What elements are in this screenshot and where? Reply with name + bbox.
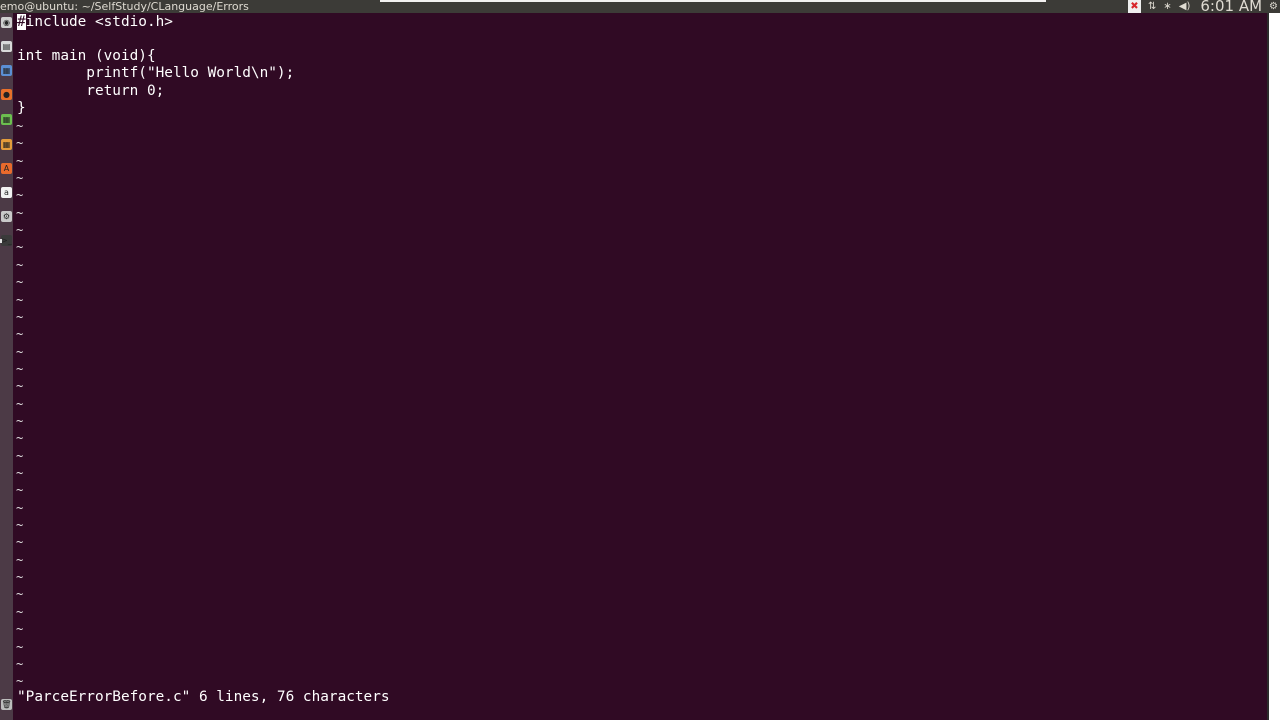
empty-line-marker: ~ [16, 448, 24, 463]
empty-line-marker: ~ [16, 257, 24, 272]
top-panel: emo@ubuntu: ~/SelfStudy/CLanguage/Errors… [0, 0, 1280, 13]
empty-line-marker: ~ [16, 656, 24, 671]
firefox-icon[interactable]: ● [1, 89, 12, 100]
empty-line-marker: ~ [16, 309, 24, 324]
empty-line-marker: ~ [16, 223, 24, 238]
clock[interactable]: 6:01 AM [1200, 0, 1262, 13]
editor-line-1: #include <stdio.h> [17, 14, 173, 31]
empty-line-marker: ~ [16, 552, 24, 567]
text-cursor: # [17, 14, 26, 30]
empty-line-marker: ~ [16, 292, 24, 307]
empty-line-marker: ~ [16, 136, 24, 151]
empty-line-marker: ~ [16, 431, 24, 446]
empty-line-marker: ~ [16, 483, 24, 498]
writer-icon[interactable]: ▦ [1, 65, 12, 76]
trash-icon[interactable]: 🗑 [1, 699, 12, 710]
empty-line-marker: ~ [16, 344, 24, 359]
empty-line-marker: ~ [16, 587, 24, 602]
line-1-text: include <stdio.h> [25, 14, 173, 30]
editor-line-4: printf("Hello World\n"); [17, 65, 295, 81]
update-indicator-icon[interactable]: ✖ [1128, 0, 1141, 13]
empty-line-marker: ~ [16, 639, 24, 654]
empty-line-marker: ~ [16, 535, 24, 550]
empty-line-marker: ~ [16, 518, 24, 533]
settings-icon[interactable]: ⚙ [1, 211, 12, 222]
terminal-running-indicator [0, 239, 2, 243]
gear-icon[interactable]: ⚙ [1269, 0, 1278, 13]
empty-line-marker: ~ [16, 119, 24, 133]
empty-line-marker: ~ [16, 674, 24, 689]
empty-line-marker: ~ [16, 188, 24, 203]
indicator-area: ✖ ⇅ ∗ ◀) 6:01 AM ⚙ [1128, 0, 1280, 13]
empty-line-marker: ~ [16, 396, 24, 411]
title-bar-highlight [380, 0, 1046, 2]
vim-status-line: "ParceErrorBefore.c" 6 lines, 76 charact… [17, 689, 390, 705]
window-title: emo@ubuntu: ~/SelfStudy/CLanguage/Errors [0, 0, 249, 13]
editor-line-3: int main (void){ [17, 48, 156, 64]
window-border [1267, 13, 1269, 720]
empty-line-marker: ~ [16, 361, 24, 376]
editor-line-6: } [17, 100, 26, 116]
editor-line-5: return 0; [17, 83, 165, 99]
bluetooth-icon[interactable]: ∗ [1163, 0, 1171, 13]
launcher: ◉ ▤ ▦ ● ▦ ▦ Aa ⚙ >_ 🗑 [0, 13, 13, 720]
empty-line-marker: ~ [16, 379, 24, 394]
amazon-icon[interactable]: a [1, 187, 12, 198]
empty-line-marker: ~ [16, 171, 24, 186]
empty-line-marker: ~ [16, 240, 24, 255]
empty-line-marker: ~ [16, 622, 24, 637]
empty-line-marker: ~ [16, 205, 24, 220]
empty-line-marker: ~ [16, 604, 24, 619]
empty-line-marker: ~ [16, 413, 24, 428]
empty-line-marker: ~ [16, 327, 24, 342]
empty-line-marker: ~ [16, 500, 24, 515]
dash-icon[interactable]: ◉ [1, 17, 12, 28]
volume-icon[interactable]: ◀) [1179, 0, 1191, 13]
empty-line-marker: ~ [16, 153, 24, 168]
keyboard-indicator-icon[interactable]: ⇅ [1148, 0, 1156, 13]
impress-icon[interactable]: ▦ [1, 139, 12, 150]
empty-line-marker: ~ [16, 275, 24, 290]
software-center-icon[interactable]: A [1, 163, 12, 174]
empty-line-marker: ~ [16, 466, 24, 480]
calc-icon[interactable]: ▦ [1, 114, 12, 125]
files-icon[interactable]: ▤ [1, 41, 12, 52]
empty-line-marker: ~ [16, 570, 24, 585]
terminal-window[interactable]: #include <stdio.h> int main (void){ prin… [13, 13, 1267, 720]
terminal-icon[interactable]: >_ [1, 235, 12, 246]
